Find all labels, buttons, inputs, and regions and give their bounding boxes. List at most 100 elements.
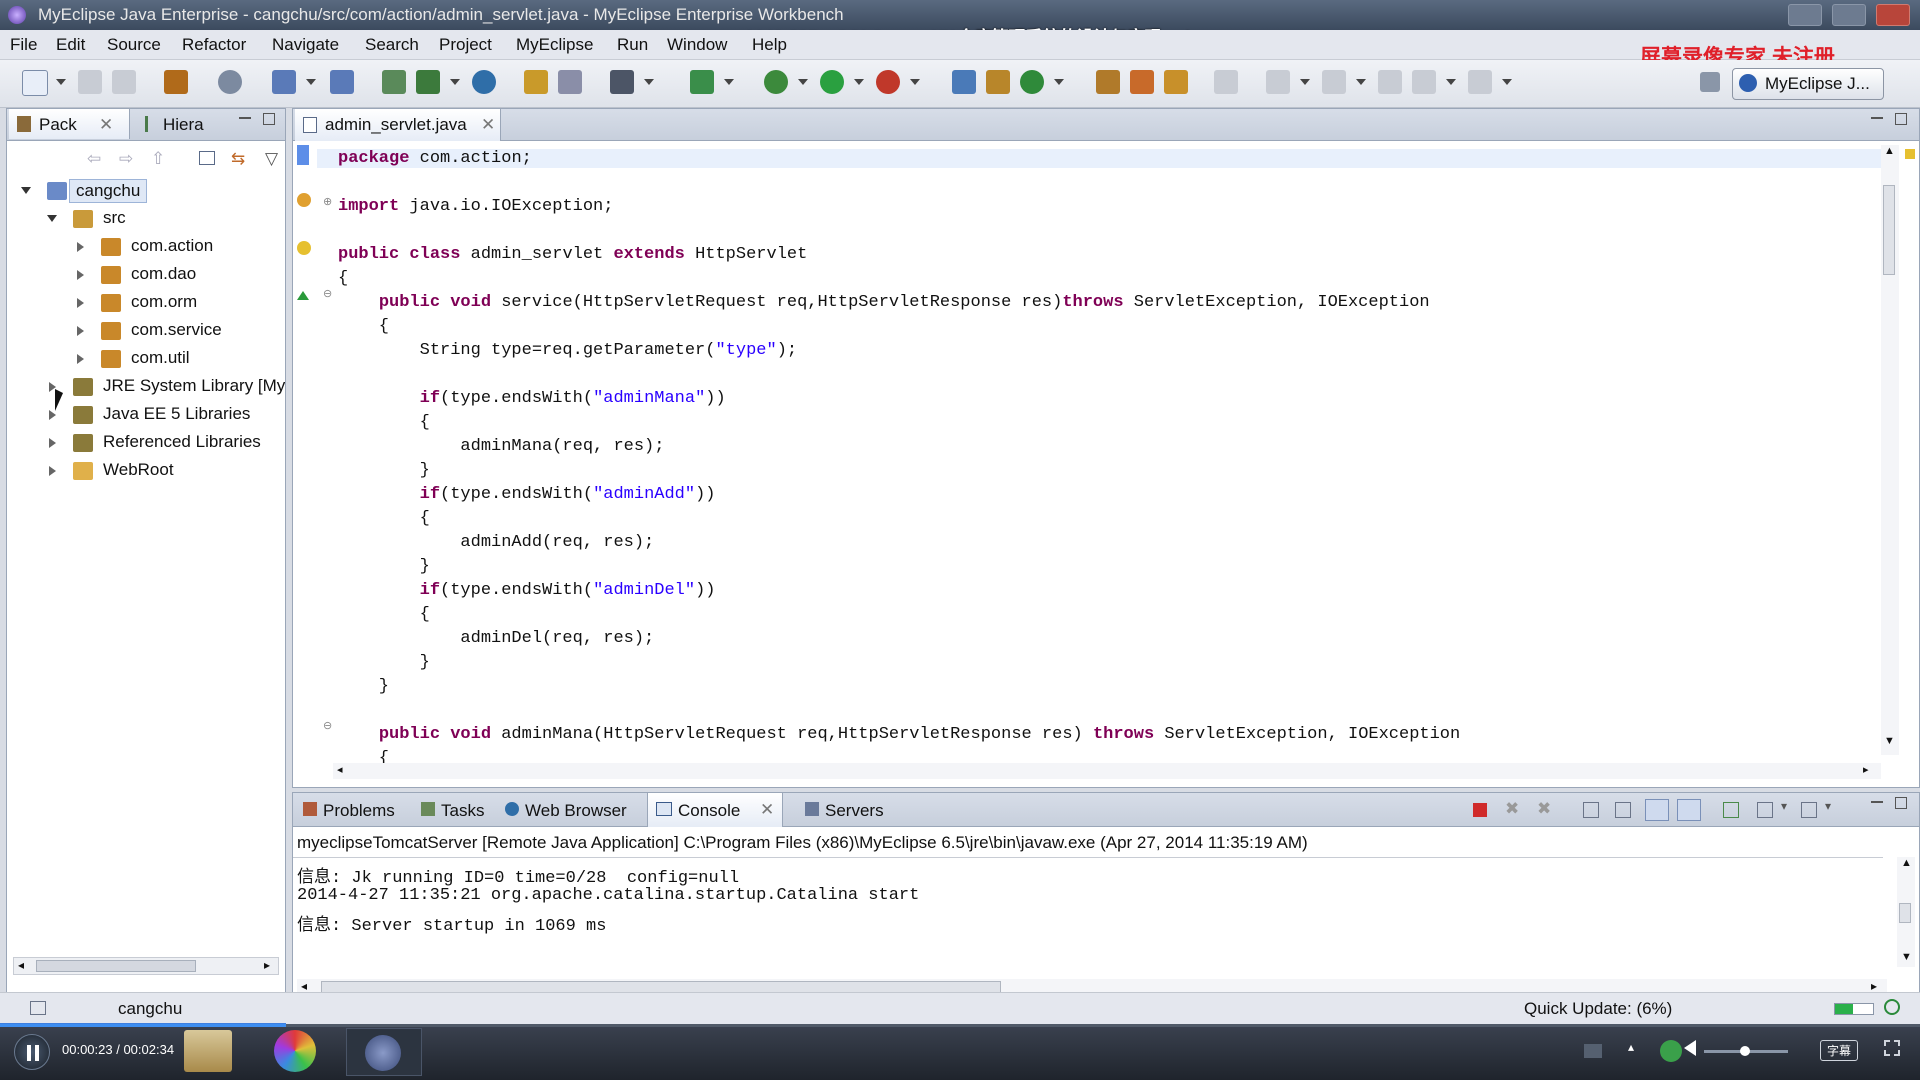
tree-item-jre-library[interactable]: JRE System Library [My — [49, 375, 285, 401]
scroll-down-icon[interactable]: ▼ — [1884, 735, 1895, 747]
play-pause-button[interactable] — [14, 1034, 50, 1070]
open-perspective-icon[interactable] — [1700, 72, 1720, 92]
tree-item-javaee-libraries[interactable]: Java EE 5 Libraries — [49, 403, 285, 429]
code-line[interactable]: { — [338, 317, 389, 336]
close-icon[interactable]: ✕ — [481, 115, 495, 135]
debug-icon[interactable] — [764, 70, 788, 94]
collapsed-arrow-icon[interactable] — [49, 438, 56, 448]
print-icon[interactable] — [112, 70, 136, 94]
tree-item-com-orm[interactable]: com.orm — [77, 291, 277, 317]
scroll-right-icon[interactable]: ▸ — [264, 958, 270, 972]
refresh-icon[interactable] — [1020, 70, 1044, 94]
code-line[interactable]: { — [338, 413, 430, 432]
collapsed-arrow-icon[interactable] — [77, 326, 84, 336]
tab-package-explorer[interactable]: Pack ✕ — [9, 109, 130, 139]
maximize-button[interactable] — [1832, 4, 1866, 26]
code-line[interactable]: } — [338, 653, 430, 672]
new-icon[interactable] — [22, 70, 48, 96]
remove-launch-icon[interactable]: ✖ — [1505, 799, 1519, 819]
menu-help[interactable]: Help — [752, 35, 787, 55]
scroll-right-icon[interactable]: ▸ — [1863, 763, 1869, 776]
remove-all-icon[interactable]: ✖ — [1537, 799, 1551, 819]
pin-console-icon[interactable] — [1723, 802, 1739, 818]
scroll-up-icon[interactable]: ▲ — [1901, 857, 1912, 869]
volume-slider[interactable] — [1704, 1046, 1788, 1056]
prev-annotation-icon[interactable] — [1322, 70, 1346, 94]
tab-tasks[interactable]: Tasks — [415, 793, 491, 827]
tab-problems[interactable]: Problems — [297, 793, 409, 827]
minimize-view-icon[interactable] — [239, 117, 251, 120]
menu-source[interactable]: Source — [107, 35, 161, 55]
new-class-icon[interactable] — [952, 70, 976, 94]
display-console-icon[interactable] — [1757, 802, 1773, 818]
scroll-down-icon[interactable]: ▼ — [1901, 951, 1912, 963]
code-area[interactable]: package com.action; import java.io.IOExce… — [293, 143, 1883, 769]
menu-run[interactable]: Run — [617, 35, 648, 55]
expanded-arrow-icon[interactable] — [21, 187, 31, 194]
scroll-left-icon[interactable]: ◂ — [301, 979, 307, 993]
open-folder-icon[interactable] — [1096, 70, 1120, 94]
network-icon[interactable] — [1584, 1044, 1602, 1058]
minimize-editor-icon[interactable] — [1871, 117, 1883, 120]
code-line[interactable]: { — [338, 605, 430, 624]
tab-servers[interactable]: Servers — [799, 793, 895, 827]
code-line[interactable]: public class admin_servlet extends HttpS… — [338, 245, 807, 264]
tree-item-com-service[interactable]: com.service — [77, 319, 277, 345]
code-line[interactable]: } — [338, 677, 389, 696]
close-icon[interactable]: ✕ — [99, 115, 113, 135]
code-line[interactable]: adminAdd(req, res); — [338, 533, 654, 552]
bean-icon[interactable] — [164, 70, 188, 94]
code-line[interactable]: public void adminMana(HttpServletRequest… — [338, 725, 1460, 744]
show-hidden-icon[interactable]: ▴ — [1628, 1040, 1634, 1054]
tab-console[interactable]: Console ✕ — [647, 793, 783, 827]
editor-vertical-scrollbar[interactable]: ▲ ▼ — [1881, 145, 1899, 755]
next-annotation-icon[interactable] — [1266, 70, 1290, 94]
clear-console-icon[interactable] — [1583, 802, 1599, 818]
fullscreen-icon[interactable] — [1884, 1040, 1900, 1056]
collapsed-arrow-icon[interactable] — [77, 242, 84, 252]
open-type-icon[interactable] — [524, 70, 548, 94]
collapsed-arrow-icon[interactable] — [49, 466, 56, 476]
show-stderr-icon[interactable] — [1677, 799, 1701, 821]
scroll-thumb[interactable] — [1899, 903, 1911, 923]
console-output[interactable]: 信息: Jk running ID=0 time=0/28 config=nul… — [293, 857, 1883, 977]
run-icon[interactable] — [820, 70, 844, 94]
file-manager-icon[interactable] — [184, 1030, 232, 1072]
code-line[interactable]: } — [338, 557, 430, 576]
tree-item-webroot[interactable]: WebRoot — [49, 459, 285, 485]
forward-nav-icon[interactable]: ⇨ — [119, 149, 133, 169]
globe-icon[interactable] — [472, 70, 496, 94]
menu-file[interactable]: File — [10, 35, 37, 55]
new-web-project-icon[interactable] — [382, 70, 406, 94]
search-file-icon[interactable] — [558, 70, 582, 94]
volume-icon[interactable] — [1684, 1040, 1696, 1056]
expanded-arrow-icon[interactable] — [47, 215, 57, 222]
collapsed-arrow-icon[interactable] — [77, 270, 84, 280]
tree-item-src[interactable]: src — [47, 207, 267, 233]
scroll-thumb[interactable] — [36, 960, 196, 972]
minimize-view-icon[interactable] — [1871, 801, 1883, 804]
scroll-thumb[interactable] — [1883, 185, 1895, 275]
minimize-button[interactable] — [1788, 4, 1822, 26]
link-editor-icon[interactable]: ⇆ — [231, 149, 245, 169]
perspective-button[interactable]: MyEclipse J... — [1732, 68, 1884, 100]
code-line[interactable]: import java.io.IOException; — [338, 197, 613, 216]
menu-refactor[interactable]: Refactor — [182, 35, 246, 55]
tree-item-cangchu[interactable]: cangchu — [21, 179, 271, 205]
scroll-left-icon[interactable]: ◂ — [18, 958, 24, 972]
code-line[interactable]: adminMana(req, res); — [338, 437, 664, 456]
code-line[interactable]: if(type.endsWith("adminMana")) — [338, 389, 726, 408]
tray-app-icon[interactable] — [1660, 1040, 1682, 1062]
code-line[interactable]: adminDel(req, res); — [338, 629, 654, 648]
back-icon[interactable] — [1412, 70, 1436, 94]
collapsed-arrow-icon[interactable] — [77, 354, 84, 364]
menu-search[interactable]: Search — [365, 35, 419, 55]
browser-icon[interactable] — [330, 70, 354, 94]
scroll-left-icon[interactable]: ◂ — [337, 763, 343, 776]
show-console-icon[interactable] — [1645, 799, 1669, 821]
media-player-icon[interactable] — [346, 1028, 422, 1076]
maximize-view-icon[interactable] — [263, 113, 275, 125]
collapsed-arrow-icon[interactable] — [49, 410, 56, 420]
tree-item-com-util[interactable]: com.util — [77, 347, 277, 373]
code-line[interactable]: { — [338, 509, 430, 528]
